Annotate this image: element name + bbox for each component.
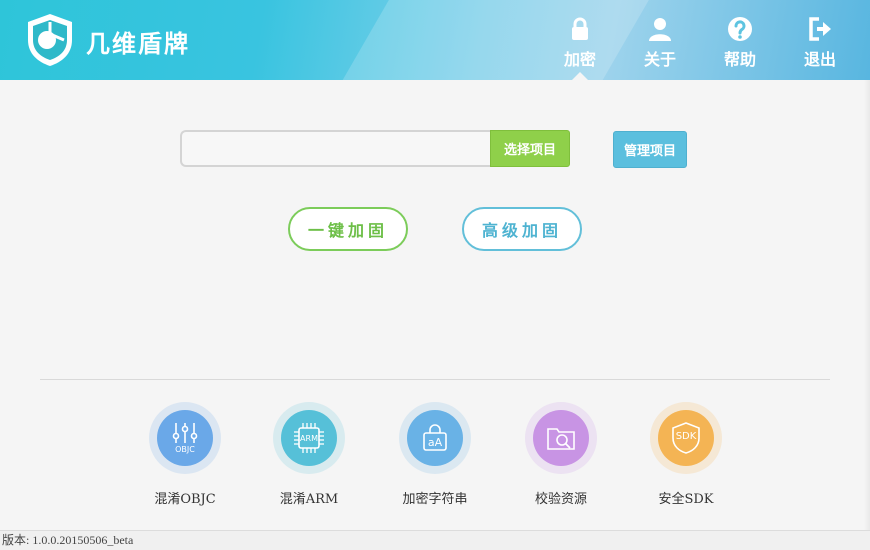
nav-label: 加密	[563, 50, 596, 69]
status-bar: 版本: 1.0.0.20150506_beta	[0, 530, 870, 550]
feature-label: 安全SDK	[658, 492, 714, 507]
feature-verify-resources[interactable]: 校验资源	[511, 402, 611, 507]
version-text: 版本: 1.0.0.20150506_beta	[2, 533, 134, 547]
feature-label: 校验资源	[534, 492, 587, 507]
top-nav: 加密 关于 帮助 退出	[540, 0, 860, 80]
feature-badge: OBJC	[175, 445, 195, 454]
logout-icon	[809, 17, 831, 41]
lock-icon	[572, 17, 588, 40]
feature-label: 混淆OBJC	[154, 492, 216, 507]
app-title: 几维盾牌	[86, 30, 190, 58]
shield-logo-icon	[28, 14, 72, 66]
nav-label: 关于	[643, 50, 676, 69]
feature-obfuscate-objc[interactable]: OBJC 混淆OBJC	[135, 402, 235, 507]
feature-security-sdk[interactable]: SDK 安全SDK	[636, 402, 736, 507]
help-icon	[728, 17, 752, 41]
advanced-harden-button[interactable]: 高级加固	[462, 207, 582, 251]
nav-encrypt[interactable]: 加密	[540, 0, 620, 80]
feature-encrypt-strings[interactable]: aA 加密字符串	[385, 402, 485, 507]
feature-badge: SDK	[675, 431, 697, 442]
divider	[40, 379, 830, 380]
nav-logout[interactable]: 退出	[780, 0, 860, 80]
sliders-icon	[172, 423, 198, 443]
select-project-button[interactable]: 选择项目	[490, 130, 570, 167]
manage-project-button[interactable]: 管理项目	[613, 131, 687, 168]
folder-search-icon	[547, 428, 575, 450]
nav-about[interactable]: 关于	[620, 0, 700, 80]
user-icon	[649, 18, 671, 41]
feature-obfuscate-arm[interactable]: ARM 混淆ARM	[259, 402, 359, 507]
one-click-harden-button[interactable]: 一键加固	[288, 207, 408, 251]
nav-label: 帮助	[723, 50, 756, 69]
project-path-input[interactable]	[180, 130, 492, 167]
header-bar: 几维盾牌 加密 关于 帮助 退出	[0, 0, 870, 80]
feature-badge: aA	[427, 436, 443, 449]
feature-label: 混淆ARM	[279, 492, 339, 507]
nav-help[interactable]: 帮助	[700, 0, 780, 80]
nav-label: 退出	[803, 50, 836, 69]
feature-badge: ARM	[300, 433, 318, 443]
feature-label: 加密字符串	[402, 492, 468, 507]
